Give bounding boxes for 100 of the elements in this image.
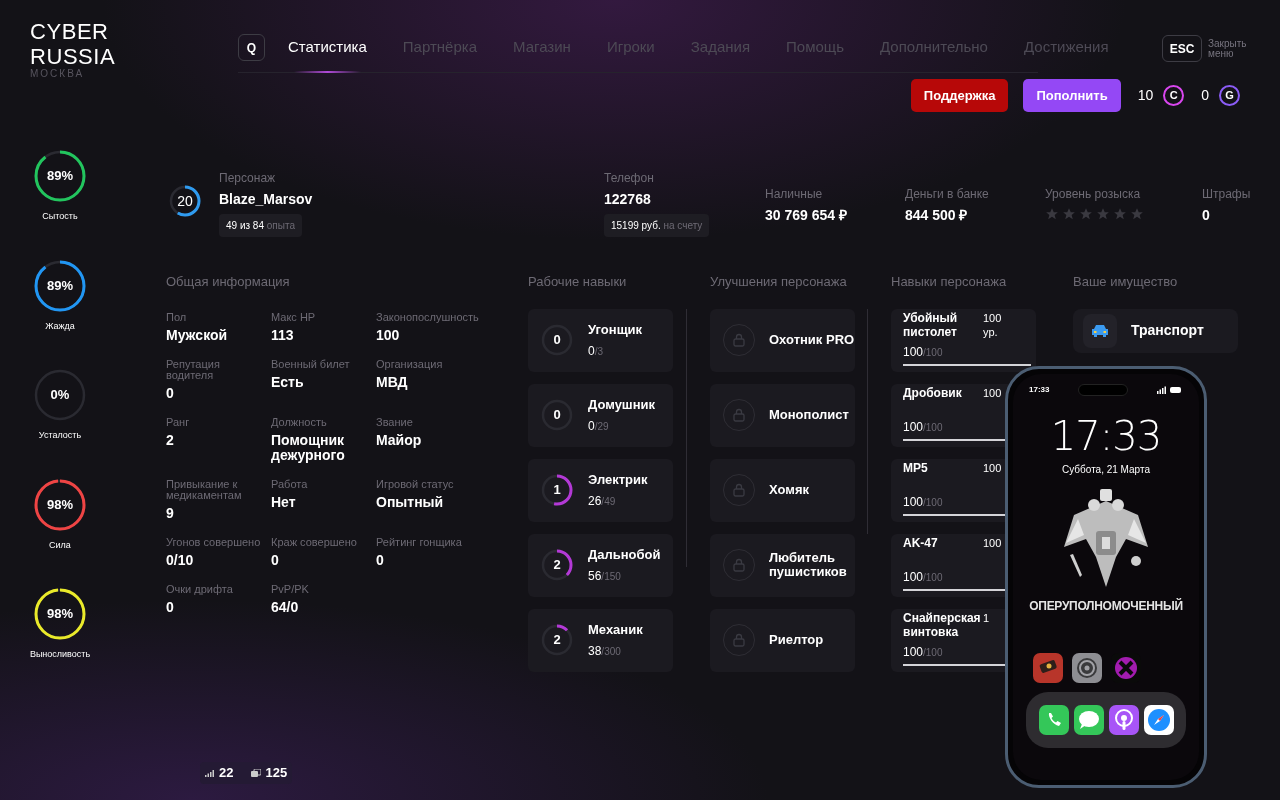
info-label: PvP/PK	[271, 583, 310, 595]
need-percent: 89%	[47, 167, 73, 186]
skill-name: Электрик	[588, 471, 648, 490]
section-title: Рабочие навыки	[528, 273, 628, 291]
weapon-name: Убойный пистолет	[903, 310, 959, 339]
info-value: Опытный	[376, 494, 445, 510]
info-value: 0/10	[166, 552, 195, 568]
info-value: Помощник дежурного	[271, 432, 346, 463]
stat-label: Наличные	[765, 186, 824, 203]
close-menu-label: Закрыть меню	[1208, 38, 1248, 59]
section-title: Улучшения персонажа	[710, 273, 848, 291]
info-label: Игровой статус	[376, 478, 455, 490]
section-title: Общая информация	[166, 273, 291, 291]
fps-value: 125	[265, 764, 288, 783]
ping-value: 22	[219, 764, 234, 783]
weapon-rank: 1	[983, 610, 991, 625]
need-percent: 0%	[50, 386, 70, 405]
currency-badge: C	[1163, 85, 1185, 106]
fines-value: 0	[1202, 206, 1211, 225]
upgrade-name: Монополист	[769, 408, 849, 422]
info-label: Звание	[376, 416, 414, 428]
weapon-rank: 100 ур.	[983, 310, 1003, 339]
stat-label: Уровень розыска	[1045, 186, 1142, 203]
skill-rank: 2	[553, 631, 561, 650]
info-value: 113	[271, 327, 295, 343]
upgrade-name: Риелтор	[769, 633, 824, 647]
info-value: 0	[376, 552, 385, 568]
info-label: Организация	[376, 358, 444, 370]
info-label: Пол	[166, 311, 188, 323]
info-value: Мужской	[166, 327, 229, 343]
lock-clock: 17:33	[1050, 416, 1162, 456]
skill-name: Угонщик	[588, 321, 643, 340]
currency-amount: 10	[1137, 86, 1154, 105]
info-label: Угонов совершено	[166, 536, 262, 548]
info-label: Очки дрифта	[166, 583, 234, 595]
need-label: Сила	[49, 538, 71, 552]
info-label: Законопослушность	[376, 311, 480, 323]
need-percent: 98%	[47, 495, 73, 514]
need-label: Сытость	[42, 210, 78, 223]
upgrade-name: Хомяк	[769, 483, 809, 497]
money-value: 30 769 654 ₽	[765, 206, 848, 225]
weapon-name: AK-47	[903, 535, 939, 550]
info-value: 0	[271, 552, 280, 568]
weapon-name: Дробовик	[903, 385, 963, 400]
property-name: Транспорт	[1131, 321, 1204, 340]
stat-label: Персонаж	[219, 170, 277, 187]
info-label: Привыкание к медикаментам	[166, 478, 243, 501]
section-title: Навыки персонажа	[891, 273, 1008, 291]
weapon-progress: 100/100	[903, 568, 944, 586]
info-value: 0	[166, 599, 175, 615]
weapon-rank: 100	[983, 385, 1003, 400]
info-label: Работа	[271, 478, 309, 490]
skill-rank: 2	[553, 556, 561, 575]
upgrade-name: Любитель пушистиков	[769, 551, 848, 579]
skill-name: Дальнобой	[588, 546, 661, 565]
info-label: Краж совершено	[271, 536, 358, 548]
need-label: Выносливость	[29, 648, 91, 661]
skill-rank: 0	[553, 406, 561, 425]
info-label: Ранг	[166, 416, 191, 428]
logo-text: RUSSIA	[30, 44, 117, 69]
balance-chip: 15199 руб. на счету	[604, 214, 710, 237]
weapon-rank: 100	[983, 460, 1003, 475]
info-value: 100	[376, 327, 401, 343]
skill-rank: 1	[553, 481, 561, 500]
character-name: Blaze_Marsov	[219, 190, 313, 209]
logo-text: CYBER	[30, 19, 110, 44]
lock-caption: ОПЕРУПОЛНОМОЧЕННЫЙ	[1029, 597, 1183, 615]
weapon-rank: 100	[983, 535, 1003, 550]
info-value: 0	[166, 385, 175, 401]
currency-badge: G	[1219, 85, 1240, 106]
character-level: 20	[177, 191, 193, 211]
info-value: 2	[166, 432, 175, 448]
stat-label: Штрафы	[1202, 186, 1251, 203]
status-time: 17:33	[1029, 384, 1050, 396]
skill-name: Домушник	[588, 396, 656, 415]
currency-amount: 0	[1201, 86, 1209, 105]
info-value: Есть	[271, 374, 305, 390]
info-value: 9	[166, 505, 175, 521]
stat-label: Телефон	[604, 170, 655, 187]
info-label: Макс HP	[271, 311, 317, 323]
city-label: МОСКВА	[30, 69, 86, 79]
weapon-name: MP5	[903, 460, 929, 475]
info-value: Нет	[271, 494, 297, 510]
weapon-name: Снайперская винтовка	[903, 610, 982, 639]
need-label: Жажда	[45, 319, 75, 333]
phone-number: 122768	[604, 190, 652, 209]
info-label: Должность	[271, 416, 328, 428]
upgrade-name: Охотник PRO	[769, 333, 855, 347]
info-label: Военный билет	[271, 358, 351, 370]
info-value: 64/0	[271, 599, 300, 615]
need-percent: 89%	[47, 276, 73, 295]
xp-chip: 49 из 84 опыта	[219, 214, 302, 237]
info-value: МВД	[376, 374, 409, 390]
skill-rank: 0	[553, 331, 561, 350]
stat-label: Деньги в банке	[905, 186, 990, 203]
skill-name: Механик	[588, 621, 643, 640]
info-label: Рейтинг гонщика	[376, 536, 463, 548]
lock-date: Суббота, 21 Марта	[1062, 463, 1150, 477]
money-value: 844 500 ₽	[905, 206, 969, 225]
need-percent: 98%	[47, 605, 73, 624]
